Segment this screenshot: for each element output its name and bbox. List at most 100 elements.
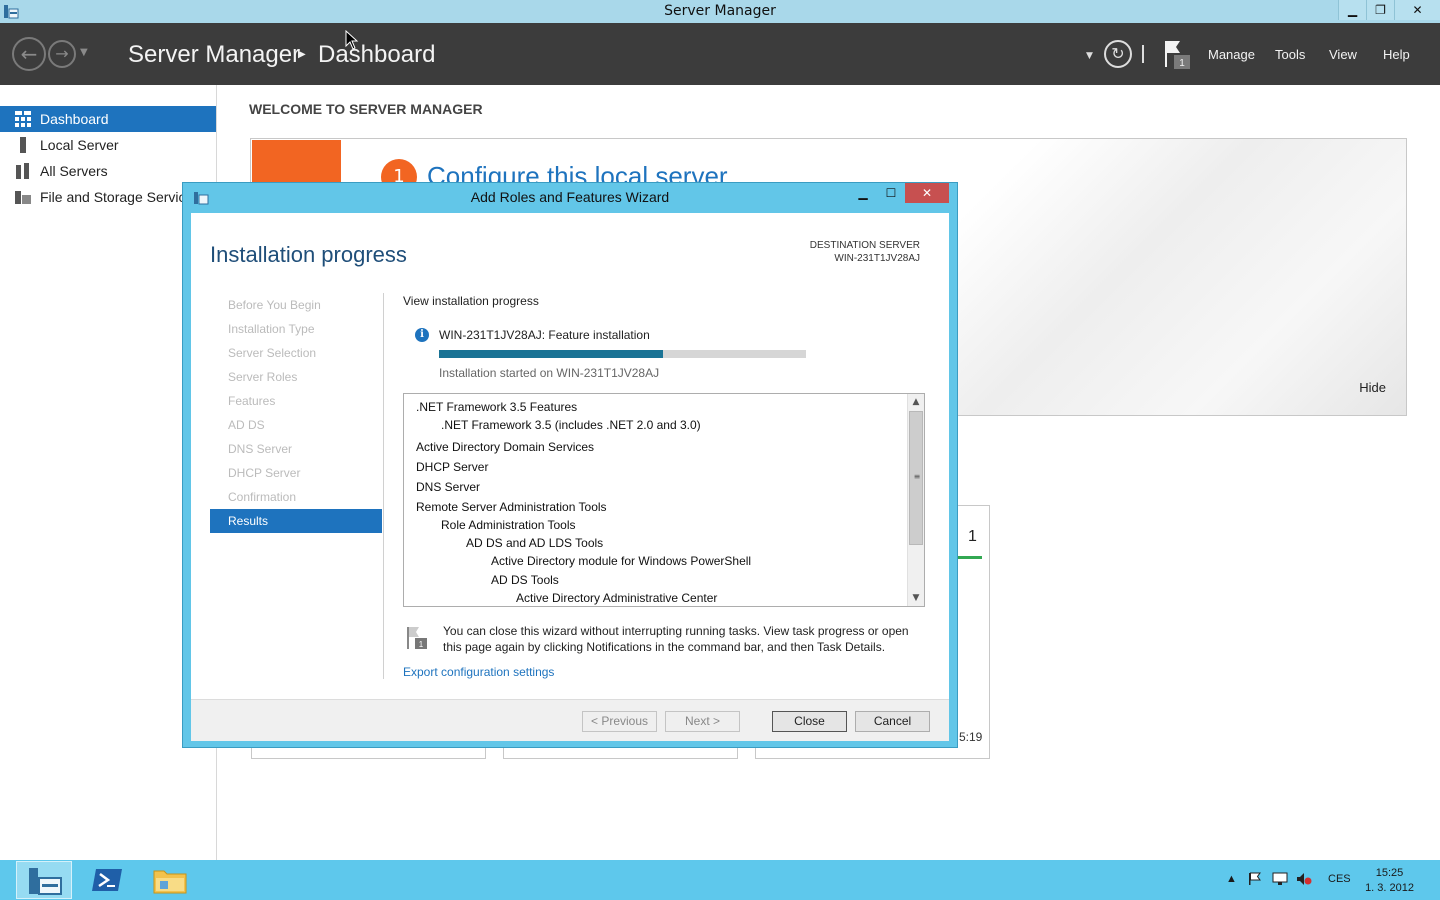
step-features: Features xyxy=(228,394,276,408)
taskbar: ▲ CES 15:25 1. 3. 2012 xyxy=(0,860,1440,900)
dialog-title: Add Roles and Features Wizard xyxy=(470,189,670,205)
view-progress-label: View installation progress xyxy=(403,294,539,308)
history-dropdown-icon[interactable]: ▼ xyxy=(80,47,88,58)
steps-divider xyxy=(383,293,384,679)
notification-flag-icon: 1 xyxy=(407,627,427,649)
folder-icon xyxy=(153,870,187,894)
feature-list-item: Remote Server Administration Tools xyxy=(416,500,607,514)
close-wizard-note: You can close this wizard without interr… xyxy=(443,624,909,654)
show-hidden-icons-icon[interactable]: ▲ xyxy=(1226,873,1237,885)
list-scrollbar[interactable]: ▲ ≡ ▼ xyxy=(907,394,924,606)
feature-list-item: .NET Framework 3.5 Features xyxy=(416,400,578,414)
scroll-thumb[interactable]: ≡ xyxy=(909,411,923,545)
servers-icon xyxy=(16,163,29,179)
window-title: Server Manager xyxy=(664,3,776,19)
page-title: Installation progress xyxy=(210,242,407,267)
destination-server: DESTINATION SERVER WIN-231T1JV28AJ xyxy=(810,239,920,265)
hide-link[interactable]: Hide xyxy=(1359,380,1386,395)
destination-label: DESTINATION SERVER xyxy=(809,240,920,251)
restore-button[interactable]: ❐ xyxy=(1366,0,1394,20)
feature-list-item: Active Directory Domain Services xyxy=(416,440,595,454)
progress-fill xyxy=(439,350,663,358)
step-confirmation: Confirmation xyxy=(228,490,297,504)
sidebar-item-label: Dashboard xyxy=(40,111,109,127)
breadcrumb-current: Dashboard xyxy=(318,41,436,68)
taskbar-file-explorer[interactable] xyxy=(142,861,198,899)
sidebar-item-dashboard[interactable]: Dashboard xyxy=(0,106,216,132)
feature-list-item: .NET Framework 3.5 (includes .NET 2.0 an… xyxy=(441,418,701,432)
network-icon[interactable] xyxy=(1272,872,1288,886)
sidebar-item-local-server[interactable]: Local Server xyxy=(0,132,216,158)
cancel-button[interactable]: Cancel xyxy=(855,711,930,732)
feature-list-item: AD DS and AD LDS Tools xyxy=(466,536,604,550)
powershell-icon xyxy=(92,869,122,891)
scroll-down-arrow-icon[interactable]: ▼ xyxy=(908,590,924,606)
dialog-body: Installation progress DESTINATION SERVER… xyxy=(191,213,949,741)
forward-arrow-icon[interactable]: → xyxy=(48,40,76,68)
menu-view[interactable]: View xyxy=(1329,47,1357,62)
dialog-button-bar: < Previous Next > Close Cancel xyxy=(191,699,949,741)
breadcrumb-separator-icon: ▶ xyxy=(298,49,306,60)
tile-status-bar xyxy=(958,556,982,559)
step-server-selection: Server Selection xyxy=(228,346,317,360)
dialog-minimize-button[interactable]: ▁ xyxy=(849,183,877,203)
step-dhcp-server: DHCP Server xyxy=(228,466,301,480)
input-language[interactable]: CES xyxy=(1328,873,1351,885)
dashboard-icon xyxy=(15,111,31,127)
destination-server-name: WIN-231T1JV28AJ xyxy=(834,253,920,264)
step-results[interactable]: Results xyxy=(210,509,382,533)
command-bar: ← → ▼ Server Manager ▶ Dashboard ▼ ↻ 1 M… xyxy=(0,23,1440,85)
notifications-flag-icon[interactable]: 1 xyxy=(1162,39,1192,71)
taskbar-server-manager[interactable] xyxy=(16,861,72,899)
scroll-grip-icon: ≡ xyxy=(913,472,921,481)
welcome-heading: WELCOME TO SERVER MANAGER xyxy=(249,101,483,117)
feature-list[interactable]: Active Directory Administrative Center AD… xyxy=(403,393,925,607)
close-window-button[interactable]: ✕ xyxy=(1394,0,1440,20)
minimize-button[interactable]: ▁ xyxy=(1338,0,1366,20)
feature-list-item: DHCP Server xyxy=(416,460,489,474)
installation-progress-bar xyxy=(439,350,806,358)
sidebar-item-label: Local Server xyxy=(40,137,119,153)
server-icon xyxy=(20,137,26,153)
refresh-icon[interactable]: ↻ xyxy=(1104,40,1132,68)
scroll-up-arrow-icon[interactable]: ▲ xyxy=(908,394,924,410)
sidebar-item-label: All Servers xyxy=(40,163,108,179)
back-arrow-icon[interactable]: ← xyxy=(12,37,46,71)
installation-started-text: Installation started on WIN-231T1JV28AJ xyxy=(439,366,660,380)
tile-time: 5:19 xyxy=(959,730,983,744)
feature-list-item: Role Administration Tools xyxy=(441,518,576,532)
breadcrumb-root[interactable]: Server Manager xyxy=(128,41,300,69)
menu-tools[interactable]: Tools xyxy=(1275,47,1305,62)
header-dropdown-icon[interactable]: ▼ xyxy=(1086,51,1093,61)
clock-time: 15:25 xyxy=(1375,867,1404,879)
header-divider xyxy=(1142,45,1144,63)
action-center-flag-icon[interactable] xyxy=(1248,872,1262,886)
menu-help[interactable]: Help xyxy=(1383,47,1410,62)
feature-list-item: DNS Server xyxy=(416,480,481,494)
dialog-maximize-button[interactable]: ☐ xyxy=(877,183,905,203)
window-titlebar: Server Manager ▁ ❐ ✕ xyxy=(0,0,1440,23)
close-button[interactable]: Close xyxy=(772,711,847,732)
export-configuration-link[interactable]: Export configuration settings xyxy=(403,665,554,679)
previous-button[interactable]: < Previous xyxy=(582,711,657,732)
clock-date: 1. 3. 2012 xyxy=(1365,882,1414,894)
step-server-roles: Server Roles xyxy=(228,370,298,384)
dialog-close-button[interactable]: ✕ xyxy=(905,183,949,203)
add-roles-wizard-dialog: Add Roles and Features Wizard ▁ ☐ ✕ Inst… xyxy=(182,182,958,748)
feature-list-item: Active Directory Administrative Center xyxy=(516,591,718,605)
step-ad-ds: AD DS xyxy=(228,418,265,432)
next-button[interactable]: Next > xyxy=(665,711,740,732)
menu-manage[interactable]: Manage xyxy=(1208,47,1255,62)
step-dns-server: DNS Server xyxy=(228,442,293,456)
info-icon: i xyxy=(415,328,429,342)
step-installation-type: Installation Type xyxy=(228,322,315,336)
feature-list-item: AD DS Tools xyxy=(491,573,559,587)
tile-count: 1 xyxy=(968,528,977,545)
taskbar-powershell[interactable] xyxy=(80,861,136,899)
wizard-steps: Before You Begin Installation Type Serve… xyxy=(210,293,382,533)
sidebar-item-all-servers[interactable]: All Servers xyxy=(0,158,216,184)
feature-list-item: Active Directory module for Windows Powe… xyxy=(491,554,752,568)
file-storage-icon xyxy=(15,191,31,204)
volume-muted-icon[interactable] xyxy=(1296,872,1312,886)
clock[interactable]: 15:25 1. 3. 2012 xyxy=(1365,866,1414,896)
